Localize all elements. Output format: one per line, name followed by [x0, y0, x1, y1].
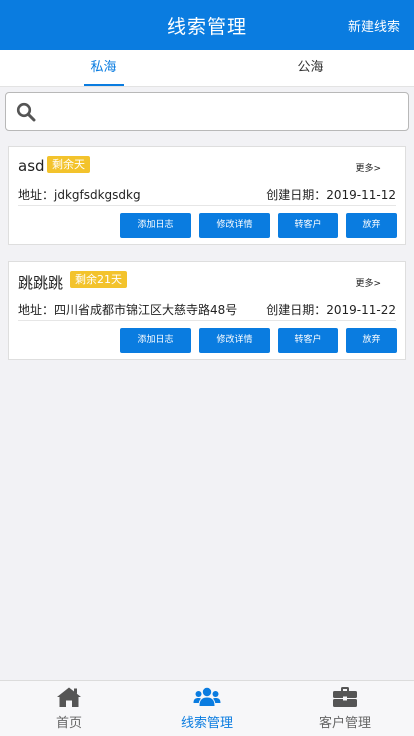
- divider: [18, 205, 396, 206]
- tabbar-item-customers[interactable]: 客户管理: [276, 681, 414, 736]
- tabbar-item-home[interactable]: 首页: [0, 681, 138, 736]
- lead-name: asd: [18, 157, 45, 175]
- new-lead-button[interactable]: 新建线索: [348, 16, 400, 35]
- lead-card: 跳跳跳 剩余21天 更多> 地址：四川省成都市锦江区大慈寺路48号 创建日期：2…: [8, 261, 406, 360]
- more-link[interactable]: 更多>: [355, 276, 381, 289]
- tabbar-label: 客户管理: [318, 716, 371, 731]
- users-icon: [193, 687, 221, 706]
- search-bar: [5, 92, 409, 131]
- convert-to-customer-button[interactable]: 转客户: [278, 328, 338, 353]
- remaining-days-badge: 剩余天: [47, 156, 90, 173]
- tabbar-item-leads[interactable]: 线索管理: [138, 681, 276, 736]
- add-log-button[interactable]: 添加日志: [120, 213, 191, 238]
- briefcase-icon: [333, 687, 357, 707]
- bottom-tab-bar: 首页 线索管理 客户管理: [0, 680, 414, 736]
- lead-card: asd 剩余天 更多> 地址：jdkgfsdkgsdkg 创建日期：2019-1…: [8, 146, 406, 245]
- edit-details-button[interactable]: 修改详情: [199, 213, 270, 238]
- divider: [18, 320, 396, 321]
- tab-private-sea[interactable]: 私海: [0, 50, 207, 87]
- abandon-button[interactable]: 放弃: [346, 213, 397, 238]
- lead-created-date: 创建日期：2019-11-12: [266, 188, 396, 202]
- remaining-days-badge: 剩余21天: [70, 271, 127, 288]
- lead-address: 地址：jdkgfsdkgsdkg: [18, 188, 141, 202]
- edit-details-button[interactable]: 修改详情: [199, 328, 270, 353]
- search-input[interactable]: [46, 99, 396, 125]
- tab-public-sea[interactable]: 公海: [207, 50, 414, 87]
- more-link[interactable]: 更多>: [355, 161, 381, 174]
- tabbar-label: 线索管理: [180, 716, 233, 731]
- convert-to-customer-button[interactable]: 转客户: [278, 213, 338, 238]
- search-icon: [16, 102, 36, 122]
- tab-bar: 私海 公海: [0, 50, 414, 87]
- abandon-button[interactable]: 放弃: [346, 328, 397, 353]
- app-header: 线索管理 新建线索: [0, 0, 414, 50]
- home-icon: [57, 687, 81, 707]
- lead-created-date: 创建日期：2019-11-22: [266, 303, 396, 317]
- lead-name: 跳跳跳: [18, 274, 64, 292]
- lead-address: 地址：四川省成都市锦江区大慈寺路48号: [18, 303, 238, 317]
- tabbar-label: 首页: [55, 716, 82, 731]
- add-log-button[interactable]: 添加日志: [120, 328, 191, 353]
